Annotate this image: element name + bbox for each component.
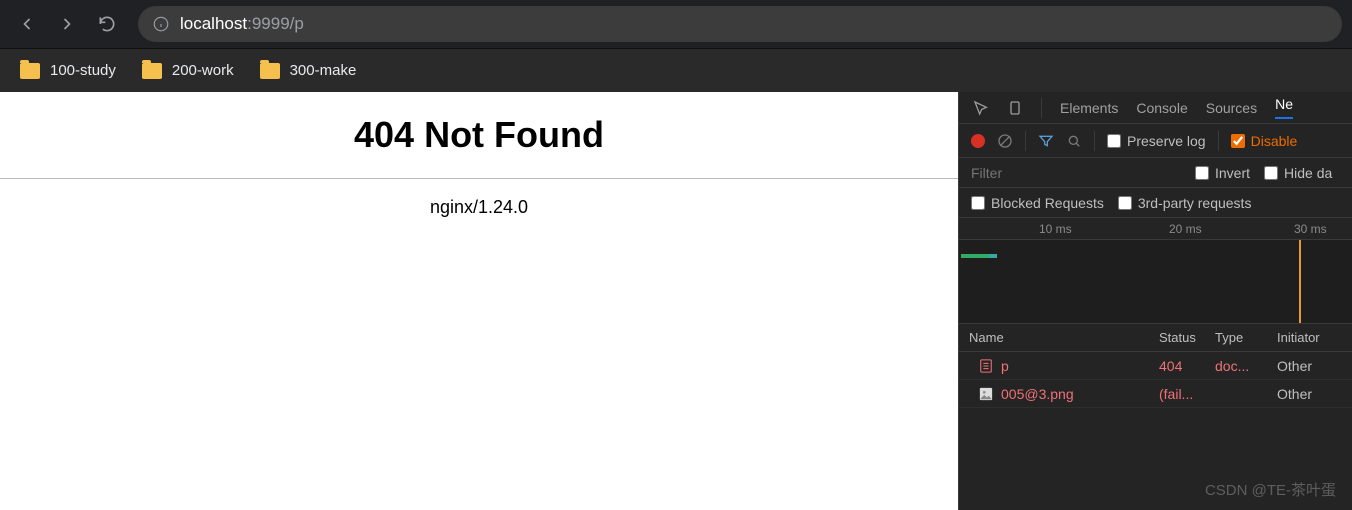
image-icon	[979, 387, 993, 401]
address-bar[interactable]: localhost:9999/p	[138, 6, 1342, 42]
blocked-requests-checkbox[interactable]: Blocked Requests	[971, 195, 1104, 211]
filter-row: Invert Hide da	[959, 158, 1352, 188]
page-content: 404 Not Found nginx/1.24.0	[0, 92, 958, 510]
browser-navbar: localhost:9999/p	[0, 0, 1352, 48]
devtools-panel: Elements Console Sources Ne Preserve log…	[958, 92, 1352, 510]
url-text: localhost:9999/p	[180, 14, 304, 34]
bookmark-folder[interactable]: 100-study	[8, 56, 128, 85]
network-toolbar: Preserve log Disable	[959, 124, 1352, 158]
bookmark-folder[interactable]: 200-work	[130, 56, 246, 85]
clear-icon[interactable]	[997, 133, 1013, 149]
timeline-header: 10 ms 20 ms 30 ms	[959, 218, 1352, 240]
filter-row-2: Blocked Requests 3rd-party requests	[959, 188, 1352, 218]
table-row[interactable]: p 404 doc... Other	[959, 352, 1352, 380]
invert-checkbox[interactable]: Invert	[1195, 165, 1250, 181]
folder-icon	[260, 63, 280, 79]
arrow-left-icon	[17, 14, 37, 34]
forward-button[interactable]	[50, 7, 84, 41]
filter-icon[interactable]	[1038, 133, 1054, 149]
tab-console[interactable]: Console	[1136, 100, 1187, 116]
preserve-log-checkbox[interactable]: Preserve log	[1107, 133, 1206, 149]
timeline-body[interactable]	[959, 240, 1352, 324]
col-initiator[interactable]: Initiator	[1271, 330, 1352, 345]
timeline-tick: 20 ms	[1169, 222, 1202, 236]
search-icon[interactable]	[1066, 133, 1082, 149]
bookmarks-bar: 100-study 200-work 300-make	[0, 48, 1352, 92]
arrow-right-icon	[57, 14, 77, 34]
disable-cache-checkbox[interactable]: Disable	[1231, 133, 1298, 149]
devtools-tabs: Elements Console Sources Ne	[959, 92, 1352, 124]
divider	[0, 178, 958, 179]
inspect-icon[interactable]	[973, 100, 989, 116]
server-signature: nginx/1.24.0	[0, 197, 958, 218]
record-button[interactable]	[971, 134, 985, 148]
bookmark-folder[interactable]: 300-make	[248, 56, 369, 85]
hide-data-checkbox[interactable]: Hide da	[1264, 165, 1332, 181]
folder-icon	[142, 63, 162, 79]
col-status[interactable]: Status	[1159, 330, 1215, 345]
bookmark-label: 200-work	[172, 62, 234, 79]
folder-icon	[20, 63, 40, 79]
tab-network[interactable]: Ne	[1275, 96, 1293, 119]
bookmark-label: 100-study	[50, 62, 116, 79]
reload-button[interactable]	[90, 7, 124, 41]
device-icon[interactable]	[1007, 100, 1023, 116]
col-name[interactable]: Name	[959, 330, 1159, 345]
error-heading: 404 Not Found	[0, 114, 958, 156]
back-button[interactable]	[10, 7, 44, 41]
info-icon	[152, 15, 170, 33]
timeline-tick: 10 ms	[1039, 222, 1072, 236]
table-row[interactable]: 005@3.png (fail... Other	[959, 380, 1352, 408]
filter-input[interactable]	[971, 165, 1181, 181]
tab-elements[interactable]: Elements	[1060, 100, 1118, 116]
document-icon	[979, 359, 993, 373]
network-table: Name Status Type Initiator p 404 doc... …	[959, 324, 1352, 510]
timeline-tick: 30 ms	[1294, 222, 1327, 236]
table-header: Name Status Type Initiator	[959, 324, 1352, 352]
col-type[interactable]: Type	[1215, 330, 1271, 345]
thirdparty-checkbox[interactable]: 3rd-party requests	[1118, 195, 1252, 211]
bookmark-label: 300-make	[290, 62, 357, 79]
tab-sources[interactable]: Sources	[1206, 100, 1257, 116]
reload-icon	[97, 14, 117, 34]
